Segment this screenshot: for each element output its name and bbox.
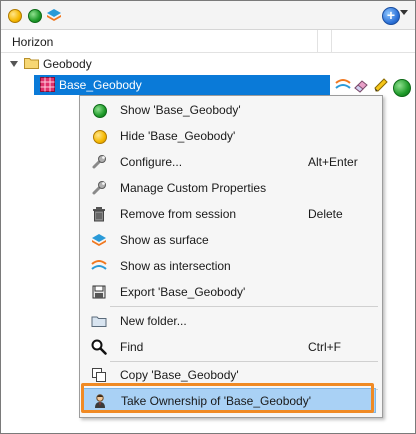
geobody-grid-icon (40, 77, 55, 92)
menu-item-label: Export 'Base_Geobody' (120, 285, 246, 299)
trash-icon (93, 207, 105, 222)
column-divider[interactable] (331, 30, 332, 52)
menu-item-label: Copy 'Base_Geobody' (120, 368, 239, 382)
eraser-icon[interactable] (353, 77, 369, 93)
menu-item-show-as-surface[interactable]: Show as surface (81, 227, 381, 253)
expand-arrow-icon[interactable] (10, 61, 18, 67)
intersection-icon (91, 260, 107, 270)
status-yellow-icon[interactable] (8, 9, 22, 23)
surface-icon (92, 234, 106, 246)
yellow-dot-icon (93, 130, 107, 144)
status-green-icon[interactable] (393, 79, 411, 97)
column-title-horizon[interactable]: Horizon (12, 35, 53, 49)
wrench-icon (92, 155, 106, 169)
menu-item-shortcut: Ctrl+F (308, 340, 341, 354)
menu-item-label: Manage Custom Properties (120, 181, 267, 195)
menu-item-label: Remove from session (120, 207, 237, 221)
menu-item-shortcut: Delete (308, 207, 343, 221)
chevron-down-icon[interactable] (400, 10, 408, 15)
folder-icon (24, 58, 39, 69)
context-menu: Show 'Base_Geobody' Hide 'Base_Geobody' … (79, 95, 383, 418)
menu-item-label: Show as intersection (120, 259, 231, 273)
menu-item-label: Take Ownership of 'Base_Geobody' (121, 394, 312, 408)
tree-item-label: Base_Geobody (59, 78, 142, 92)
copy-icon (92, 368, 106, 382)
menu-item-configure[interactable]: Configure... Alt+Enter (81, 149, 381, 175)
column-header: Horizon (1, 30, 415, 53)
panel-toolbar: + (1, 1, 415, 30)
folder-icon (91, 316, 107, 327)
user-icon (95, 394, 105, 408)
menu-item-shortcut: Alt+Enter (308, 155, 358, 169)
menu-item-label: Show 'Base_Geobody' (120, 103, 241, 117)
menu-item-hide[interactable]: Hide 'Base_Geobody' (81, 123, 381, 149)
item-action-icons (335, 77, 413, 97)
tree-item-base-geobody[interactable]: Base_Geobody (1, 75, 415, 97)
column-divider[interactable] (317, 30, 318, 52)
menu-item-export[interactable]: Export 'Base_Geobody' (81, 279, 381, 305)
menu-item-label: New folder... (120, 314, 187, 328)
menu-item-find[interactable]: Find Ctrl+F (81, 334, 381, 360)
add-icon[interactable]: + (382, 7, 400, 25)
menu-item-take-ownership[interactable]: Take Ownership of 'Base_Geobody' (83, 388, 376, 413)
menu-item-show[interactable]: Show 'Base_Geobody' (81, 97, 381, 123)
menu-item-copy[interactable]: Copy 'Base_Geobody' (81, 362, 381, 388)
menu-separator (110, 306, 378, 307)
surface-layers-icon[interactable] (46, 7, 62, 23)
menu-item-label: Find (120, 340, 144, 354)
green-dot-icon (93, 104, 107, 118)
tree-item-geobody-folder[interactable]: Geobody (1, 54, 415, 74)
add-glyph: + (386, 7, 396, 23)
export-icon (92, 285, 106, 299)
tree-item-label: Geobody (43, 57, 92, 71)
magnifier-icon (91, 339, 107, 355)
menu-item-manage-custom-properties[interactable]: Manage Custom Properties (81, 175, 381, 201)
menu-item-label: Show as surface (120, 233, 209, 247)
menu-item-label: Hide 'Base_Geobody' (120, 129, 236, 143)
menu-item-label: Configure... (120, 155, 183, 169)
menu-item-show-as-intersection[interactable]: Show as intersection (81, 253, 381, 279)
wrench-icon (92, 181, 106, 195)
menu-item-new-folder[interactable]: New folder... (81, 308, 381, 334)
status-green-icon[interactable] (28, 9, 42, 23)
menu-item-remove-from-session[interactable]: Remove from session Delete (81, 201, 381, 227)
intersection-icon[interactable] (335, 77, 351, 93)
pencil-icon[interactable] (373, 77, 389, 93)
